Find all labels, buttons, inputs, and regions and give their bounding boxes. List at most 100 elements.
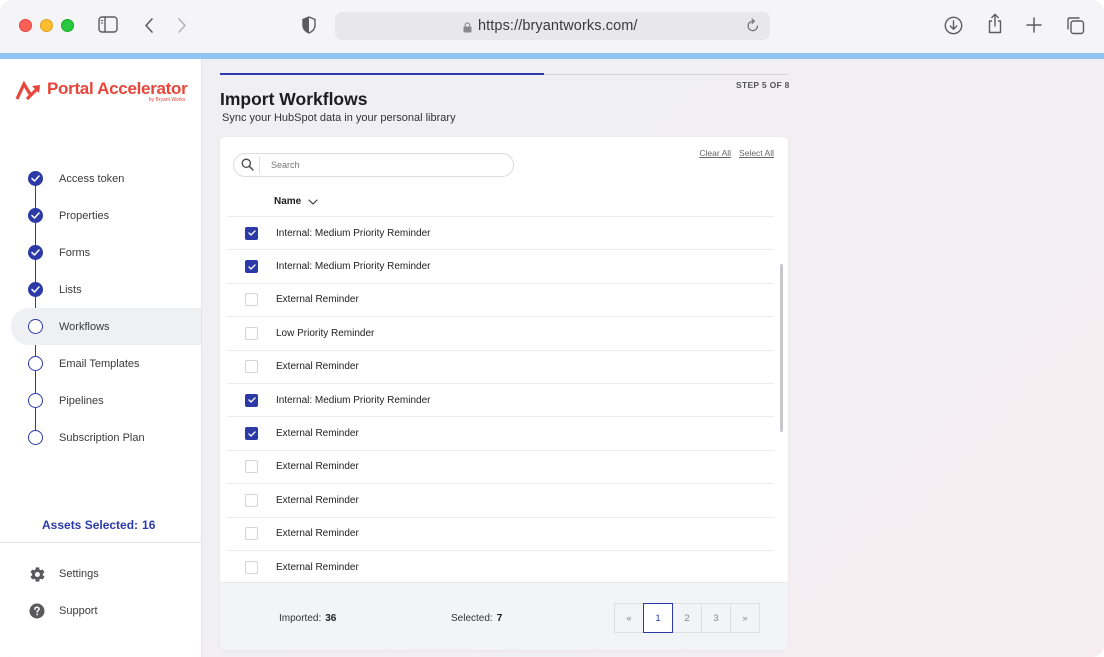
workflow-name: External Reminder xyxy=(276,528,359,540)
workflow-name: External Reminder xyxy=(276,361,359,373)
checkbox-unchecked[interactable] xyxy=(245,360,258,374)
table-row[interactable]: Internal: Medium Priority Reminder xyxy=(227,216,774,249)
step-complete-icon xyxy=(28,171,43,186)
table-row[interactable]: External Reminder xyxy=(227,483,774,516)
step-access-token[interactable]: Access token xyxy=(0,160,201,197)
search-input[interactable] xyxy=(271,157,501,173)
page-content: Portal Accelerator by Bryant Works Acces… xyxy=(0,59,1104,657)
assets-selected-count: 16 xyxy=(142,518,156,532)
workflow-name: External Reminder xyxy=(276,294,359,306)
workflow-name: Internal: Medium Priority Reminder xyxy=(276,394,431,406)
page-button-1[interactable]: 1 xyxy=(643,603,673,633)
select-all-link[interactable]: Select All xyxy=(739,148,774,158)
check-icon xyxy=(247,263,256,270)
search-icon[interactable] xyxy=(241,158,254,176)
step-current-icon xyxy=(28,319,43,334)
help-icon xyxy=(28,602,46,620)
step-lists[interactable]: Lists xyxy=(0,271,201,308)
step-properties[interactable]: Properties xyxy=(0,197,201,234)
zoom-window-button[interactable] xyxy=(61,19,74,32)
checkbox-unchecked[interactable] xyxy=(245,560,258,574)
support-label: Support xyxy=(59,605,98,617)
selected-count: Selected: 7 xyxy=(451,613,502,624)
page-subtitle: Sync your HubSpot data in your personal … xyxy=(222,112,456,124)
step-label: Access token xyxy=(59,172,125,185)
downloads-icon[interactable] xyxy=(944,16,963,35)
url-text: https://bryantworks.com/ xyxy=(478,18,638,34)
page-button-3[interactable]: 3 xyxy=(701,603,731,633)
reload-icon[interactable] xyxy=(746,18,760,38)
share-icon[interactable] xyxy=(987,13,1003,34)
checkbox-checked[interactable] xyxy=(245,393,258,407)
close-window-button[interactable] xyxy=(19,19,32,32)
minimize-window-button[interactable] xyxy=(40,19,53,32)
name-column-header[interactable]: Name xyxy=(274,196,318,207)
step-complete-icon xyxy=(28,282,43,297)
table-row[interactable]: External Reminder xyxy=(227,282,774,316)
check-icon xyxy=(247,430,256,437)
checkbox-unchecked[interactable] xyxy=(245,293,258,307)
forward-icon[interactable] xyxy=(176,17,188,34)
table-row[interactable]: External Reminder xyxy=(227,549,774,583)
workflow-list: Internal: Medium Priority Reminder Intern… xyxy=(227,216,774,583)
page-button-2[interactable]: 2 xyxy=(672,603,702,633)
table-row[interactable]: Internal: Medium Priority Reminder xyxy=(227,249,774,282)
support-link[interactable]: Support xyxy=(28,602,98,620)
clear-all-link[interactable]: Clear All xyxy=(699,148,731,158)
wizard-progress-fill xyxy=(220,73,545,75)
step-label: Properties xyxy=(59,209,110,222)
back-icon[interactable] xyxy=(143,17,155,34)
step-forms[interactable]: Forms xyxy=(0,234,201,271)
table-row[interactable]: Internal: Medium Priority Reminder xyxy=(227,382,774,416)
lock-icon xyxy=(463,20,472,38)
table-row[interactable]: External Reminder xyxy=(227,349,774,383)
step-subscription-plan[interactable]: Subscription Plan xyxy=(0,419,201,456)
step-email-templates[interactable]: Email Templates xyxy=(0,345,201,382)
table-row[interactable]: Low Priority Reminder xyxy=(227,316,774,349)
first-page-button[interactable]: « xyxy=(614,603,644,633)
last-page-button[interactable]: » xyxy=(730,603,760,633)
step-label: Subscription Plan xyxy=(59,431,145,444)
step-pipelines[interactable]: Pipelines xyxy=(0,382,201,419)
workflow-name: Internal: Medium Priority Reminder xyxy=(276,261,431,273)
checkbox-unchecked[interactable] xyxy=(245,326,258,340)
step-complete-icon xyxy=(28,208,43,223)
brand-tagline: by Bryant Works xyxy=(148,97,186,103)
address-bar[interactable]: https://bryantworks.com/ xyxy=(335,12,770,40)
step-label: Lists xyxy=(59,283,82,296)
checkbox-checked[interactable] xyxy=(245,226,258,240)
workflow-name: External Reminder xyxy=(276,561,359,573)
assets-selected-label: Assets Selected: xyxy=(42,518,139,532)
checkbox-unchecked[interactable] xyxy=(245,493,258,507)
brand-logo[interactable]: Portal Accelerator by Bryant Works xyxy=(15,79,188,103)
privacy-shield-icon[interactable] xyxy=(302,16,316,34)
sidebar: Portal Accelerator by Bryant Works Acces… xyxy=(0,59,202,657)
table-row[interactable]: External Reminder xyxy=(227,449,774,483)
checkbox-unchecked[interactable] xyxy=(245,527,258,541)
name-column-label: Name xyxy=(274,196,302,207)
step-pending-icon xyxy=(28,393,43,408)
step-complete-icon xyxy=(28,245,43,260)
search-box xyxy=(233,153,514,177)
browser-toolbar: https://bryantworks.com/ xyxy=(0,0,1104,53)
step-indicator: STEP 5 OF 8 xyxy=(736,80,790,90)
wizard-steps: Access token Properties Forms Lists Work… xyxy=(0,160,201,456)
settings-link[interactable]: Settings xyxy=(28,565,99,583)
workflow-name: External Reminder xyxy=(276,428,359,440)
card-footer: Imported: 36 Selected: 7 « 1 2 3 » xyxy=(220,582,788,650)
checkbox-unchecked[interactable] xyxy=(245,460,258,474)
checkbox-checked[interactable] xyxy=(245,260,258,274)
assets-selected: Assets Selected: 16 xyxy=(42,518,155,532)
workflow-name: External Reminder xyxy=(276,494,359,506)
pagination: « 1 2 3 » xyxy=(614,603,760,633)
tab-overview-icon[interactable] xyxy=(1066,16,1085,35)
selected-value: 7 xyxy=(496,613,503,624)
sidebar-toggle-icon[interactable] xyxy=(98,16,118,33)
table-row[interactable]: External Reminder xyxy=(227,416,774,449)
step-workflows[interactable]: Workflows xyxy=(11,308,201,345)
imported-label: Imported: xyxy=(279,613,322,624)
list-scrollbar[interactable] xyxy=(780,264,783,432)
checkbox-checked[interactable] xyxy=(245,427,258,441)
new-tab-icon[interactable] xyxy=(1026,17,1042,33)
table-row[interactable]: External Reminder xyxy=(227,516,774,550)
